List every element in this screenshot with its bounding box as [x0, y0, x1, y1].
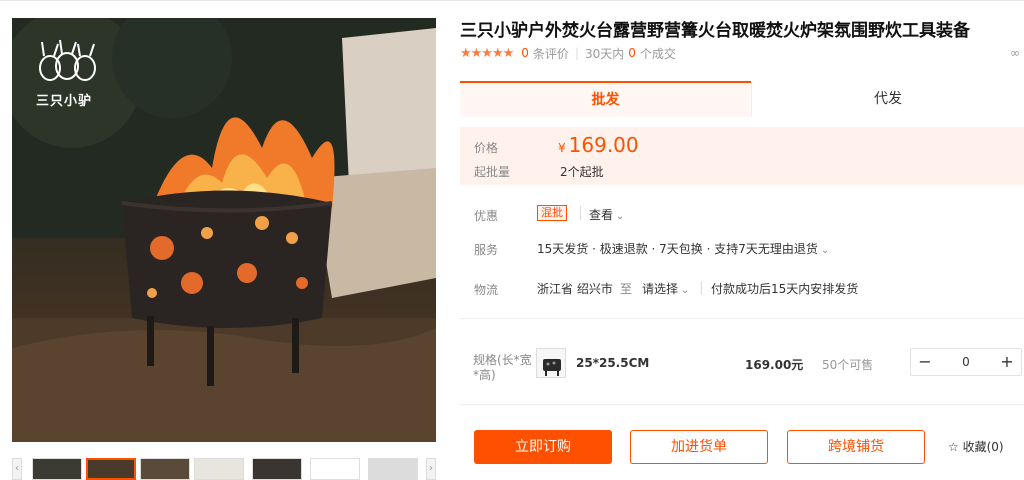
cross-border-button[interactable]: 跨境铺货 — [787, 430, 925, 464]
promo-view-label: 查看 — [589, 208, 614, 222]
service-dropdown[interactable]: 15天发货 · 极速退款 · 7天包换 · 支持7天无理由退货 ⌄ — [537, 240, 829, 257]
chevron-down-icon: ⌄ — [616, 211, 625, 222]
add-to-cart-button[interactable]: 加进货单 — [630, 430, 768, 464]
service-label: 服务 — [474, 243, 499, 257]
price-box: 价格 ¥169.00 起批量 2个起批 — [460, 127, 1024, 185]
quantity-minus-button[interactable]: − — [911, 349, 939, 375]
logistics-origin: 浙江省 绍兴市 — [537, 282, 613, 296]
destination-value: 请选择 — [642, 282, 679, 296]
promo-view-dropdown[interactable]: 查看 ⌄ — [589, 206, 624, 223]
brand-logo: 三只小驴 — [32, 38, 102, 110]
thumbnail-3[interactable] — [140, 458, 190, 480]
deals-label: 个成交 — [639, 46, 676, 61]
spec-label: 规格(长*宽*高) — [473, 353, 532, 382]
moq-value: 2个起批 — [560, 165, 604, 179]
thumb-prev-button[interactable]: ‹ — [12, 458, 22, 480]
promo-label: 优惠 — [474, 209, 499, 223]
rating-row: ★★★★★ 0 条评价 | 30天内 0 个成交 — [460, 45, 676, 61]
currency-symbol: ¥ — [558, 141, 566, 155]
section-divider — [460, 318, 1024, 319]
fire-pit-thumb-icon — [543, 359, 561, 376]
thumbnail-1[interactable] — [32, 458, 82, 480]
chevron-down-icon: ⌄ — [681, 285, 690, 296]
price-value: ¥169.00 — [558, 133, 639, 157]
service-value: 15天发货 · 极速退款 · 7天包换 · 支持7天无理由退货 — [537, 242, 818, 256]
quantity-stepper: − + — [910, 348, 1022, 376]
quantity-input[interactable] — [939, 349, 993, 375]
top-border — [0, 0, 1024, 1]
tab-dropship[interactable]: 代发 — [751, 81, 1024, 117]
thumb-next-button[interactable]: › — [426, 458, 436, 480]
spec-stock: 50个可售 — [822, 358, 874, 372]
chevron-down-icon: ⌄ — [820, 245, 830, 256]
main-product-image[interactable]: 三只小驴 — [12, 18, 436, 442]
thumbnail-strip: ‹ › — [12, 456, 436, 480]
product-title: 三只小驴户外焚火台露营野营篝火台取暖焚火炉架氛围野炊工具装备 — [460, 21, 970, 41]
logistics-to: 至 — [620, 282, 633, 296]
tab-wholesale[interactable]: 批发 — [460, 81, 751, 117]
purchase-mode-tabs: 批发 代发 — [460, 81, 1024, 117]
rating-divider: | — [574, 46, 579, 60]
thumbnail-4[interactable] — [194, 458, 244, 480]
section-divider — [460, 404, 1024, 405]
brand-logo-text: 三只小驴 — [36, 94, 93, 109]
mixed-batch-badge: 混批 — [537, 205, 567, 221]
thumbnail-5[interactable] — [252, 458, 302, 480]
favorite-button[interactable]: ☆ 收藏(0) — [948, 438, 1004, 455]
share-icon[interactable]: ∞ — [1010, 46, 1020, 60]
thumbnail-6[interactable] — [310, 458, 360, 480]
destination-select[interactable]: 请选择 ⌄ — [642, 280, 689, 297]
donkey-logo-icon — [39, 39, 96, 81]
review-count[interactable]: 0 — [521, 46, 529, 60]
spec-price: 169.00元 — [745, 358, 804, 372]
logistics-label: 物流 — [474, 283, 499, 297]
quantity-plus-button[interactable]: + — [993, 349, 1021, 375]
promo-divider — [580, 206, 581, 220]
price-amount: 169.00 — [568, 133, 639, 157]
buy-now-button[interactable]: 立即订购 — [474, 430, 612, 464]
moq-label: 起批量 — [474, 165, 511, 179]
spec-thumbnail[interactable] — [536, 348, 566, 378]
price-label: 价格 — [474, 141, 499, 155]
thumbnail-7[interactable] — [368, 458, 418, 480]
spec-name: 25*25.5CM — [576, 356, 650, 370]
thumbnail-2[interactable] — [86, 458, 136, 480]
deals-count: 0 — [628, 46, 636, 60]
logistics-divider — [701, 281, 702, 295]
review-label[interactable]: 条评价 — [533, 45, 569, 62]
rating-stars-icon: ★★★★★ — [460, 45, 514, 61]
shipping-note: 付款成功后15天内安排发货 — [711, 282, 859, 296]
deals-prefix: 30天内 — [584, 46, 625, 61]
